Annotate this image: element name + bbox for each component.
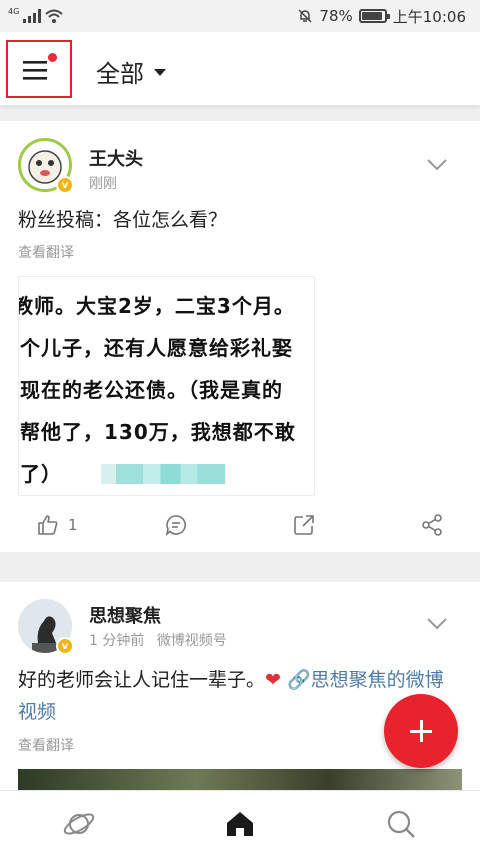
clock: 上午10:06 — [392, 7, 466, 26]
link-icon: 🔗 — [286, 669, 311, 691]
verified-badge-icon: v — [56, 176, 74, 194]
comment-icon — [165, 515, 187, 537]
planet-icon[interactable] — [62, 807, 96, 841]
verified-badge-icon: v — [56, 637, 74, 655]
like-count: 1 — [68, 516, 78, 534]
translate-link[interactable]: 查看翻译 — [18, 242, 74, 262]
signal-icon — [23, 9, 42, 23]
thumbs-up-icon — [38, 515, 58, 535]
post-time: 1 分钟前 — [89, 633, 145, 649]
home-icon[interactable] — [223, 807, 257, 841]
chevron-down-icon[interactable] — [426, 617, 448, 631]
image-text-line: 教师。大宝2岁，二宝3个月。 — [18, 294, 295, 318]
bottom-nav — [0, 790, 480, 853]
comment-button[interactable] — [164, 513, 188, 537]
share-button[interactable] — [420, 513, 444, 537]
battery-icon — [358, 9, 390, 23]
top-bar: 全部 — [0, 32, 480, 106]
filter-label: 全部 — [96, 60, 144, 88]
avatar[interactable]: v — [18, 599, 74, 655]
avatar[interactable]: v — [18, 138, 74, 194]
compose-button[interactable] — [384, 694, 458, 768]
caret-down-icon — [154, 69, 166, 76]
author-name[interactable]: 思想聚焦 — [89, 602, 161, 628]
image-text-line: 给现在的老公还债。（我是真的 — [18, 378, 283, 402]
translate-link[interactable]: 查看翻译 — [18, 735, 74, 755]
search-icon[interactable] — [384, 807, 418, 841]
group-filter-dropdown[interactable]: 全部 — [96, 54, 166, 89]
image-text-line: 人帮他了，130万，我想都不敢 — [18, 420, 296, 444]
share-nodes-icon — [422, 514, 442, 536]
image-text-line: 两个儿子，还有人愿意给彩礼娶 — [18, 336, 293, 360]
wifi-icon — [45, 9, 63, 23]
post-source: 微博视频号 — [156, 633, 227, 649]
hamburger-icon — [23, 61, 47, 80]
post-body: 好的老师会让人记住一辈子。 — [18, 669, 266, 691]
repost-button[interactable] — [292, 513, 316, 537]
like-button[interactable]: 1 — [36, 513, 78, 537]
image-text-line: 是了） — [19, 462, 62, 486]
post-actions: 1 — [0, 513, 480, 549]
mute-bell-icon — [298, 9, 312, 23]
status-bar: 4G 78% 上午10:06 — [0, 0, 480, 32]
menu-button[interactable] — [6, 40, 72, 98]
post-image[interactable]: 教师。大宝2岁，二宝3个月。 两个儿子，还有人愿意给彩礼娶 给现在的老公还债。（… — [18, 276, 315, 496]
post-meta: 1 分钟前 微博视频号 — [89, 630, 227, 650]
chevron-down-icon[interactable] — [426, 158, 448, 172]
share-out-icon — [294, 515, 314, 535]
author-name[interactable]: 王大头 — [89, 145, 143, 171]
heart-emoji-icon: ❤ — [265, 669, 281, 691]
notification-dot — [48, 53, 57, 62]
redacted-blur — [101, 464, 225, 484]
network-type: 4G — [8, 7, 20, 16]
feed-post: v 王大头 刚刚 粉丝投稿：各位怎么看？ 查看翻译 教师。大宝2岁，二宝3个月。… — [0, 121, 480, 552]
post-text: 粉丝投稿：各位怎么看？ — [18, 209, 228, 231]
battery-percent: 78% — [319, 7, 353, 25]
post-time: 刚刚 — [89, 176, 117, 192]
